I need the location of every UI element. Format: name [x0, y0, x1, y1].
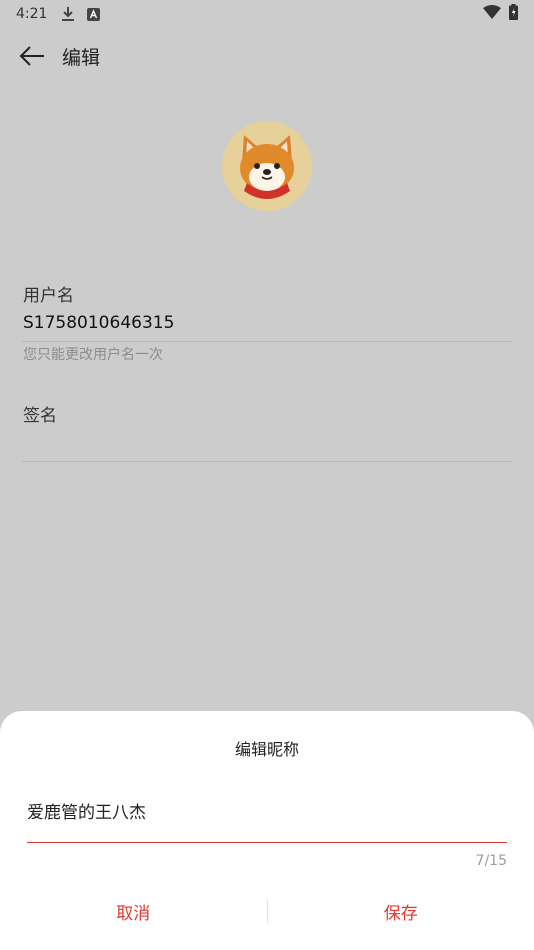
battery-icon: [509, 4, 518, 24]
character-counter: 7/15: [475, 853, 507, 869]
nickname-input[interactable]: [27, 793, 507, 843]
username-value[interactable]: S1758010646315: [23, 313, 174, 333]
download-icon: [61, 6, 75, 22]
dialog-title: 编辑昵称: [234, 740, 299, 759]
avatar[interactable]: [222, 121, 312, 211]
wifi-icon: [483, 5, 501, 23]
status-time: 4:21: [16, 6, 48, 22]
shiba-dog-icon: [222, 121, 312, 211]
username-hint: 您只能更改用户名一次: [23, 347, 163, 363]
cancel-button[interactable]: 取消: [0, 899, 267, 924]
dialog-actions: 取消 保存: [0, 897, 534, 925]
edit-nickname-dialog: 编辑昵称 7/15 取消 保存: [0, 711, 534, 950]
status-bar: 4:21: [0, 0, 534, 28]
back-arrow-icon[interactable]: [18, 42, 46, 70]
username-divider: [22, 341, 513, 342]
app-notification-icon: [87, 7, 101, 21]
save-button[interactable]: 保存: [268, 899, 534, 924]
page-title: 编辑: [62, 46, 101, 69]
signature-divider[interactable]: [22, 461, 513, 462]
top-app-bar: 编辑: [0, 34, 534, 78]
username-label: 用户名: [23, 286, 74, 306]
signature-label: 签名: [23, 406, 57, 426]
